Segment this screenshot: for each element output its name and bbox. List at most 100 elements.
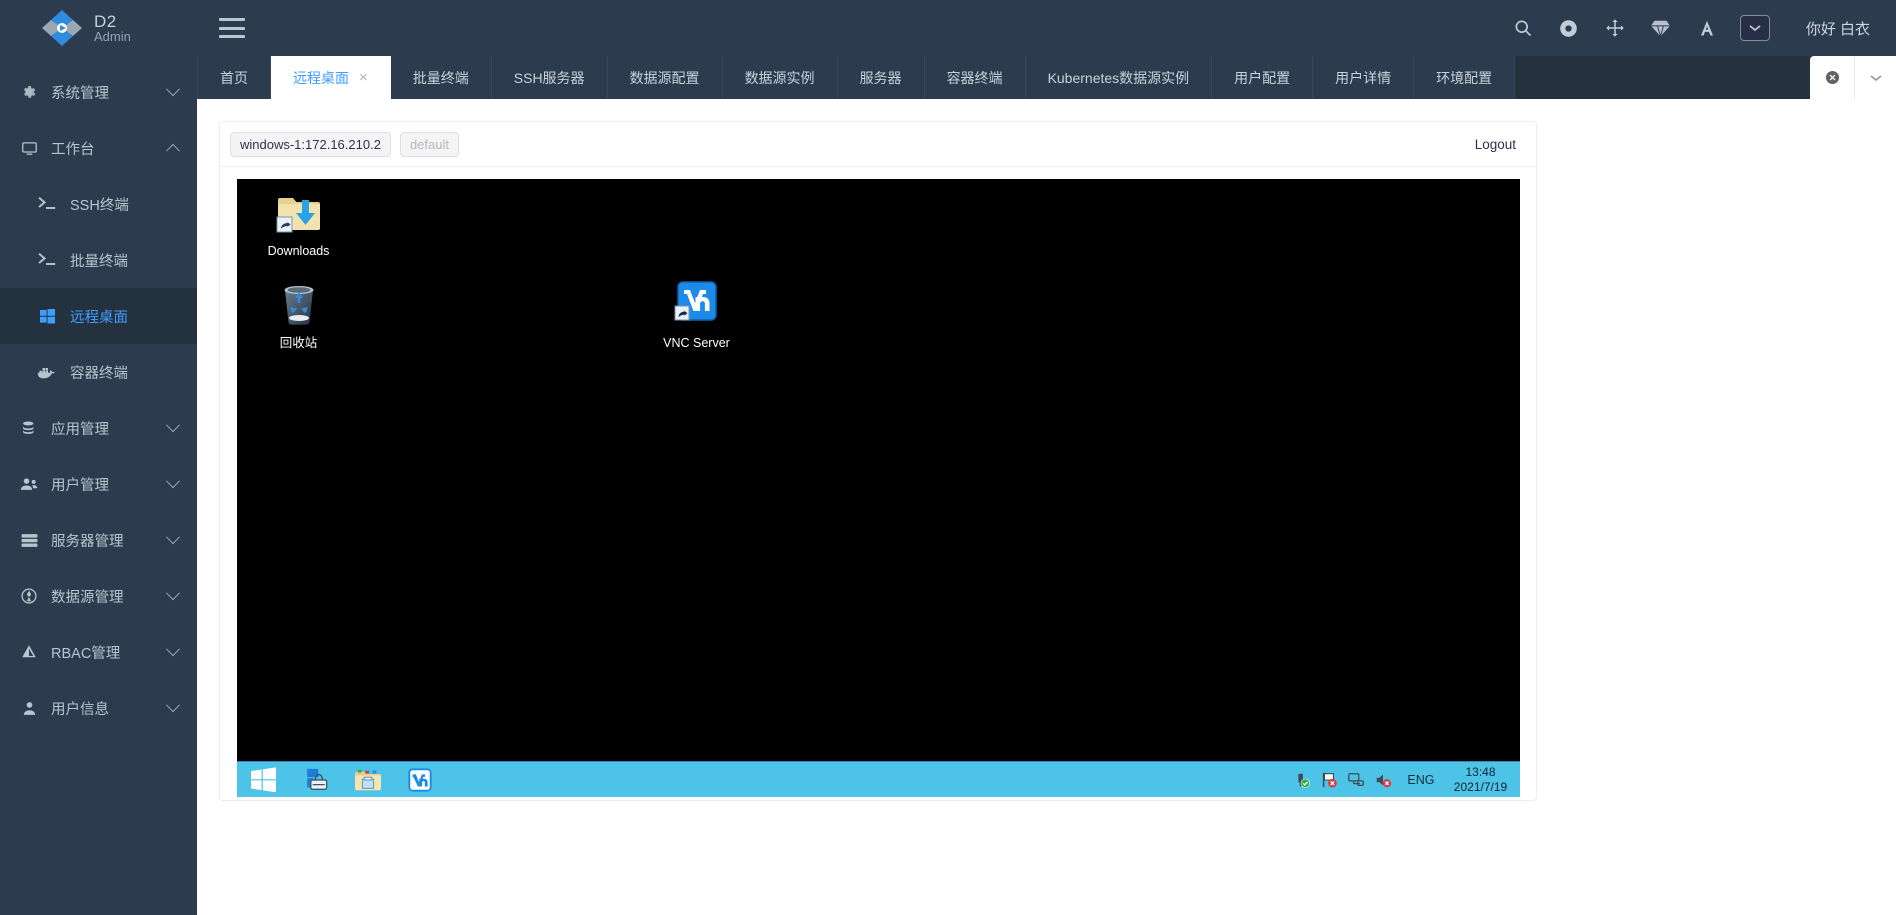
tab-remote-desktop[interactable]: 远程桌面 × bbox=[271, 56, 391, 99]
tab-server[interactable]: 服务器 bbox=[837, 56, 925, 99]
system-tray: ENG 13:48 2021/7/19 bbox=[1293, 765, 1519, 795]
vnc-canvas[interactable]: Downloads 回收站 VNC Server ENG 13:48 2021/… bbox=[236, 179, 1520, 797]
sidebar-item-rbac-management[interactable]: RBAC管理 bbox=[0, 624, 197, 680]
language-indicator[interactable]: ENG bbox=[1407, 773, 1434, 787]
chevron-down-icon bbox=[161, 82, 185, 97]
tab-label: 用户详情 bbox=[1335, 69, 1392, 86]
sidebar-item-workbench[interactable]: 工作台 bbox=[0, 120, 197, 176]
record-circle-icon[interactable] bbox=[1556, 15, 1582, 41]
sidebar-item-ssh-terminal[interactable]: SSH终端 bbox=[0, 176, 197, 232]
brand-name: D2 bbox=[94, 12, 117, 31]
terminal-prompt-icon bbox=[36, 250, 58, 270]
theme-chevron-icon[interactable] bbox=[1739, 15, 1770, 41]
triangle-shield-icon bbox=[18, 642, 40, 662]
sidebar-item-label: 用户管理 bbox=[51, 477, 109, 494]
user-greeting[interactable]: 你好 白衣 bbox=[1806, 18, 1870, 39]
sidebar-item-label: 工作台 bbox=[51, 141, 95, 158]
chevron-down-icon bbox=[161, 530, 185, 545]
brand-logo[interactable]: D2 Admin bbox=[0, 0, 197, 56]
file-explorer-icon[interactable] bbox=[347, 763, 389, 797]
remote-desktop-surface[interactable]: Downloads 回收站 VNC Server bbox=[237, 179, 1520, 761]
tab-ssh-server[interactable]: SSH服务器 bbox=[491, 56, 608, 99]
main-area: 你好 白衣 首页 远程桌面 × 批量终端 SSH服务器 数据源配置 数据源实例 … bbox=[197, 0, 1896, 915]
font-size-icon[interactable] bbox=[1694, 15, 1720, 41]
user-icon bbox=[18, 698, 40, 718]
sidebar-item-server-management[interactable]: 服务器管理 bbox=[0, 512, 197, 568]
windows-start-icon[interactable] bbox=[243, 763, 285, 797]
sidebar-item-application-management[interactable]: 应用管理 bbox=[0, 400, 197, 456]
desktop-icon-vnc-server[interactable]: VNC Server bbox=[645, 277, 749, 351]
tab-datasource-instance[interactable]: 数据源实例 bbox=[722, 56, 838, 99]
sidebar-item-system-management[interactable]: 系统管理 bbox=[0, 64, 197, 120]
content-area: windows-1:172.16.210.2 default Logout Do… bbox=[197, 99, 1896, 915]
sidebar-item-label: RBAC管理 bbox=[51, 645, 121, 662]
tab-kubernetes-datasource-instance[interactable]: Kubernetes数据源实例 bbox=[1025, 56, 1213, 99]
layers-icon bbox=[18, 418, 40, 438]
sidebar-item-batch-terminal[interactable]: 批量终端 bbox=[0, 232, 197, 288]
database-compass-icon bbox=[18, 586, 40, 606]
card-body: Downloads 回收站 VNC Server ENG 13:48 2021/… bbox=[220, 167, 1536, 800]
gem-icon[interactable] bbox=[1648, 15, 1674, 41]
clock-date: 2021/7/19 bbox=[1453, 779, 1508, 794]
fullscreen-move-icon[interactable] bbox=[1602, 15, 1628, 41]
recycle-bin-icon bbox=[247, 277, 351, 331]
desktop-icon-label: VNC Server bbox=[663, 336, 730, 350]
top-header: 你好 白衣 bbox=[197, 0, 1896, 56]
header-icon-group: 你好 白衣 bbox=[1510, 15, 1870, 41]
sidebar-item-user-management[interactable]: 用户管理 bbox=[0, 456, 197, 512]
sidebar-item-label: 数据源管理 bbox=[51, 589, 124, 606]
windows-taskbar: ENG 13:48 2021/7/19 bbox=[236, 761, 1520, 797]
chevron-down-icon bbox=[161, 418, 185, 433]
sidebar-item-label: 用户信息 bbox=[51, 701, 109, 718]
sidebar-item-label: SSH终端 bbox=[70, 197, 129, 214]
sidebar-item-label: 应用管理 bbox=[51, 421, 109, 438]
tab-label: 数据源实例 bbox=[744, 69, 815, 86]
sidebar-item-remote-desktop[interactable]: 远程桌面 bbox=[0, 288, 197, 344]
chevron-up-icon bbox=[161, 143, 185, 158]
usb-ok-icon[interactable] bbox=[1293, 771, 1311, 789]
vnc-taskbar-icon[interactable] bbox=[399, 763, 441, 797]
tab-label: 远程桌面 bbox=[293, 69, 349, 86]
tab-label: 用户配置 bbox=[1234, 69, 1291, 86]
taskbar-buttons bbox=[237, 763, 441, 797]
tab-home[interactable]: 首页 bbox=[197, 56, 271, 99]
hamburger-icon[interactable] bbox=[219, 18, 245, 38]
tab-user-detail[interactable]: 用户详情 bbox=[1313, 56, 1415, 99]
monitor-icon bbox=[18, 138, 40, 158]
sidebar-item-user-info[interactable]: 用户信息 bbox=[0, 680, 197, 736]
tab-actions bbox=[1810, 56, 1896, 99]
close-all-tabs-icon[interactable] bbox=[1810, 56, 1854, 99]
sidebar-item-label: 容器终端 bbox=[70, 365, 128, 382]
sidebar-menu: 系统管理 工作台 SSH终端 批量终端 远程桌面 容器终端 应用管理 用户管理 … bbox=[0, 56, 197, 736]
tab-datasource-config[interactable]: 数据源配置 bbox=[607, 56, 723, 99]
desktop-icon-recycle-bin[interactable]: 回收站 bbox=[247, 277, 351, 351]
desktop-icon-downloads[interactable]: Downloads bbox=[247, 185, 351, 259]
sidebar-item-datasource-management[interactable]: 数据源管理 bbox=[0, 568, 197, 624]
tab-container-terminal[interactable]: 容器终端 bbox=[924, 56, 1026, 99]
windows-icon bbox=[36, 306, 58, 326]
sidebar-item-label: 服务器管理 bbox=[51, 533, 124, 550]
folder-download-shortcut-icon bbox=[247, 185, 351, 239]
tab-bar: 首页 远程桌面 × 批量终端 SSH服务器 数据源配置 数据源实例 服务器 容器… bbox=[197, 56, 1896, 99]
logout-button[interactable]: Logout bbox=[1475, 137, 1516, 152]
tab-label: 首页 bbox=[220, 69, 248, 86]
taskbar-clock[interactable]: 13:48 2021/7/19 bbox=[1450, 765, 1512, 795]
docker-icon bbox=[36, 362, 58, 382]
terminal-prompt-icon bbox=[36, 194, 58, 214]
tab-user-config[interactable]: 用户配置 bbox=[1212, 56, 1314, 99]
network-icon[interactable] bbox=[1347, 771, 1365, 789]
chevron-down-icon bbox=[161, 474, 185, 489]
flag-error-icon[interactable] bbox=[1320, 771, 1338, 789]
search-icon[interactable] bbox=[1510, 15, 1536, 41]
tab-dropdown-icon[interactable] bbox=[1854, 56, 1896, 99]
server-manager-icon[interactable] bbox=[295, 763, 337, 797]
volume-muted-icon[interactable] bbox=[1374, 771, 1392, 789]
clock-time: 13:48 bbox=[1465, 764, 1496, 779]
sidebar-item-label: 批量终端 bbox=[70, 253, 128, 270]
host-tag[interactable]: windows-1:172.16.210.2 bbox=[230, 131, 391, 157]
close-icon[interactable]: × bbox=[359, 70, 368, 85]
group-tag[interactable]: default bbox=[399, 131, 459, 157]
sidebar-item-container-terminal[interactable]: 容器终端 bbox=[0, 344, 197, 400]
tab-batch-terminal[interactable]: 批量终端 bbox=[390, 56, 492, 99]
tab-environment-config[interactable]: 环境配置 bbox=[1414, 56, 1516, 99]
